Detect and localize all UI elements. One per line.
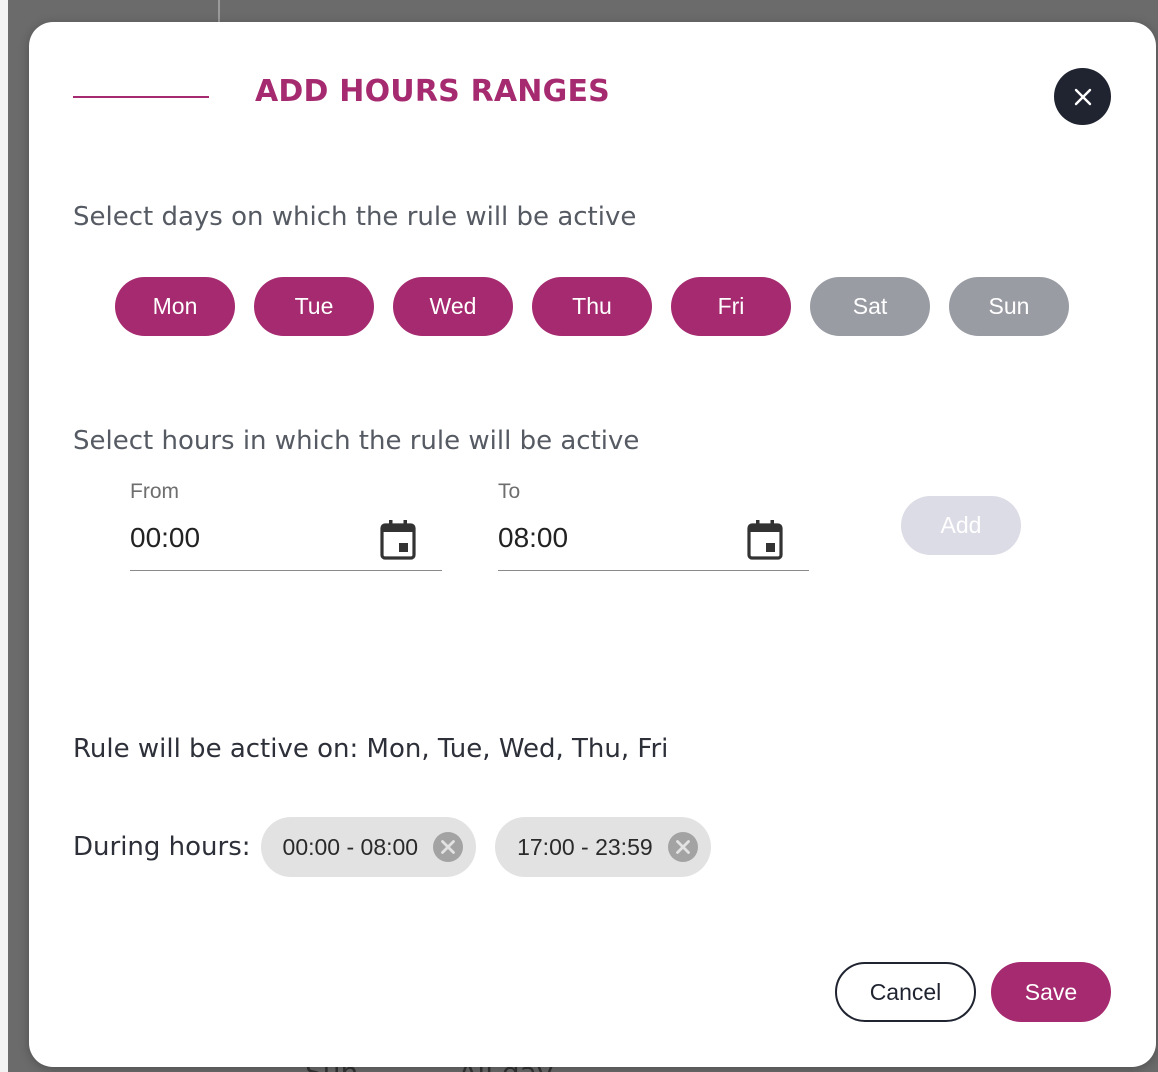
to-time-field: To	[498, 480, 809, 571]
to-label: To	[498, 480, 521, 503]
during-hours-label: During hours:	[73, 832, 251, 862]
save-button[interactable]: Save	[991, 962, 1111, 1022]
modal-title: ADD HOURS RANGES	[255, 74, 610, 109]
day-label: Mon	[152, 293, 198, 319]
hour-range-label: 17:00 - 23:59	[517, 833, 653, 860]
active-days-summary: Rule will be active on: Mon, Tue, Wed, T…	[73, 734, 669, 764]
hour-range-label: 00:00 - 08:00	[282, 833, 419, 860]
day-toggle-mon[interactable]: Mon	[115, 277, 235, 336]
day-toggle-wed[interactable]: Wed	[393, 277, 513, 336]
day-toggle-thu[interactable]: Thu	[532, 277, 652, 336]
from-time-input[interactable]	[130, 522, 370, 554]
title-rule	[73, 96, 209, 98]
hours-section-label: Select hours in which the rule will be a…	[73, 426, 640, 456]
hour-range-chip: 00:00 - 08:00	[260, 817, 477, 877]
to-time-input[interactable]	[498, 522, 738, 554]
day-label: Fri	[717, 293, 745, 319]
calendar-icon[interactable]	[745, 518, 785, 562]
during-hours-row: During hours: 00:00 - 08:00 17:00 - 23:5…	[73, 817, 730, 877]
day-label: Tue	[294, 293, 334, 319]
day-label: Sat	[852, 293, 888, 319]
hour-range-chip: 17:00 - 23:59	[495, 817, 711, 877]
remove-circle-icon[interactable]	[432, 831, 464, 863]
day-label: Wed	[429, 293, 477, 319]
backdrop-panel	[0, 0, 8, 1072]
from-time-field: From	[130, 480, 442, 571]
close-button[interactable]	[1054, 68, 1111, 125]
add-hours-modal: ADD HOURS RANGES Select days on which th…	[29, 22, 1156, 1067]
day-toggle-sun[interactable]: Sun	[949, 277, 1069, 336]
day-label: Sun	[988, 293, 1030, 319]
day-toggle-fri[interactable]: Fri	[671, 277, 791, 336]
calendar-icon[interactable]	[378, 518, 418, 562]
remove-circle-icon[interactable]	[667, 831, 699, 863]
day-selector: Mon Tue Wed Thu Fri Sat Sun	[115, 277, 1069, 336]
days-section-label: Select days on which the rule will be ac…	[73, 202, 637, 232]
close-icon	[1074, 88, 1091, 105]
day-toggle-sat[interactable]: Sat	[810, 277, 930, 336]
add-range-button[interactable]: Add	[901, 496, 1021, 555]
day-toggle-tue[interactable]: Tue	[254, 277, 374, 336]
day-label: Thu	[572, 293, 612, 319]
backdrop-divider	[218, 0, 220, 24]
cancel-button[interactable]: Cancel	[835, 962, 976, 1022]
from-label: From	[130, 480, 179, 503]
